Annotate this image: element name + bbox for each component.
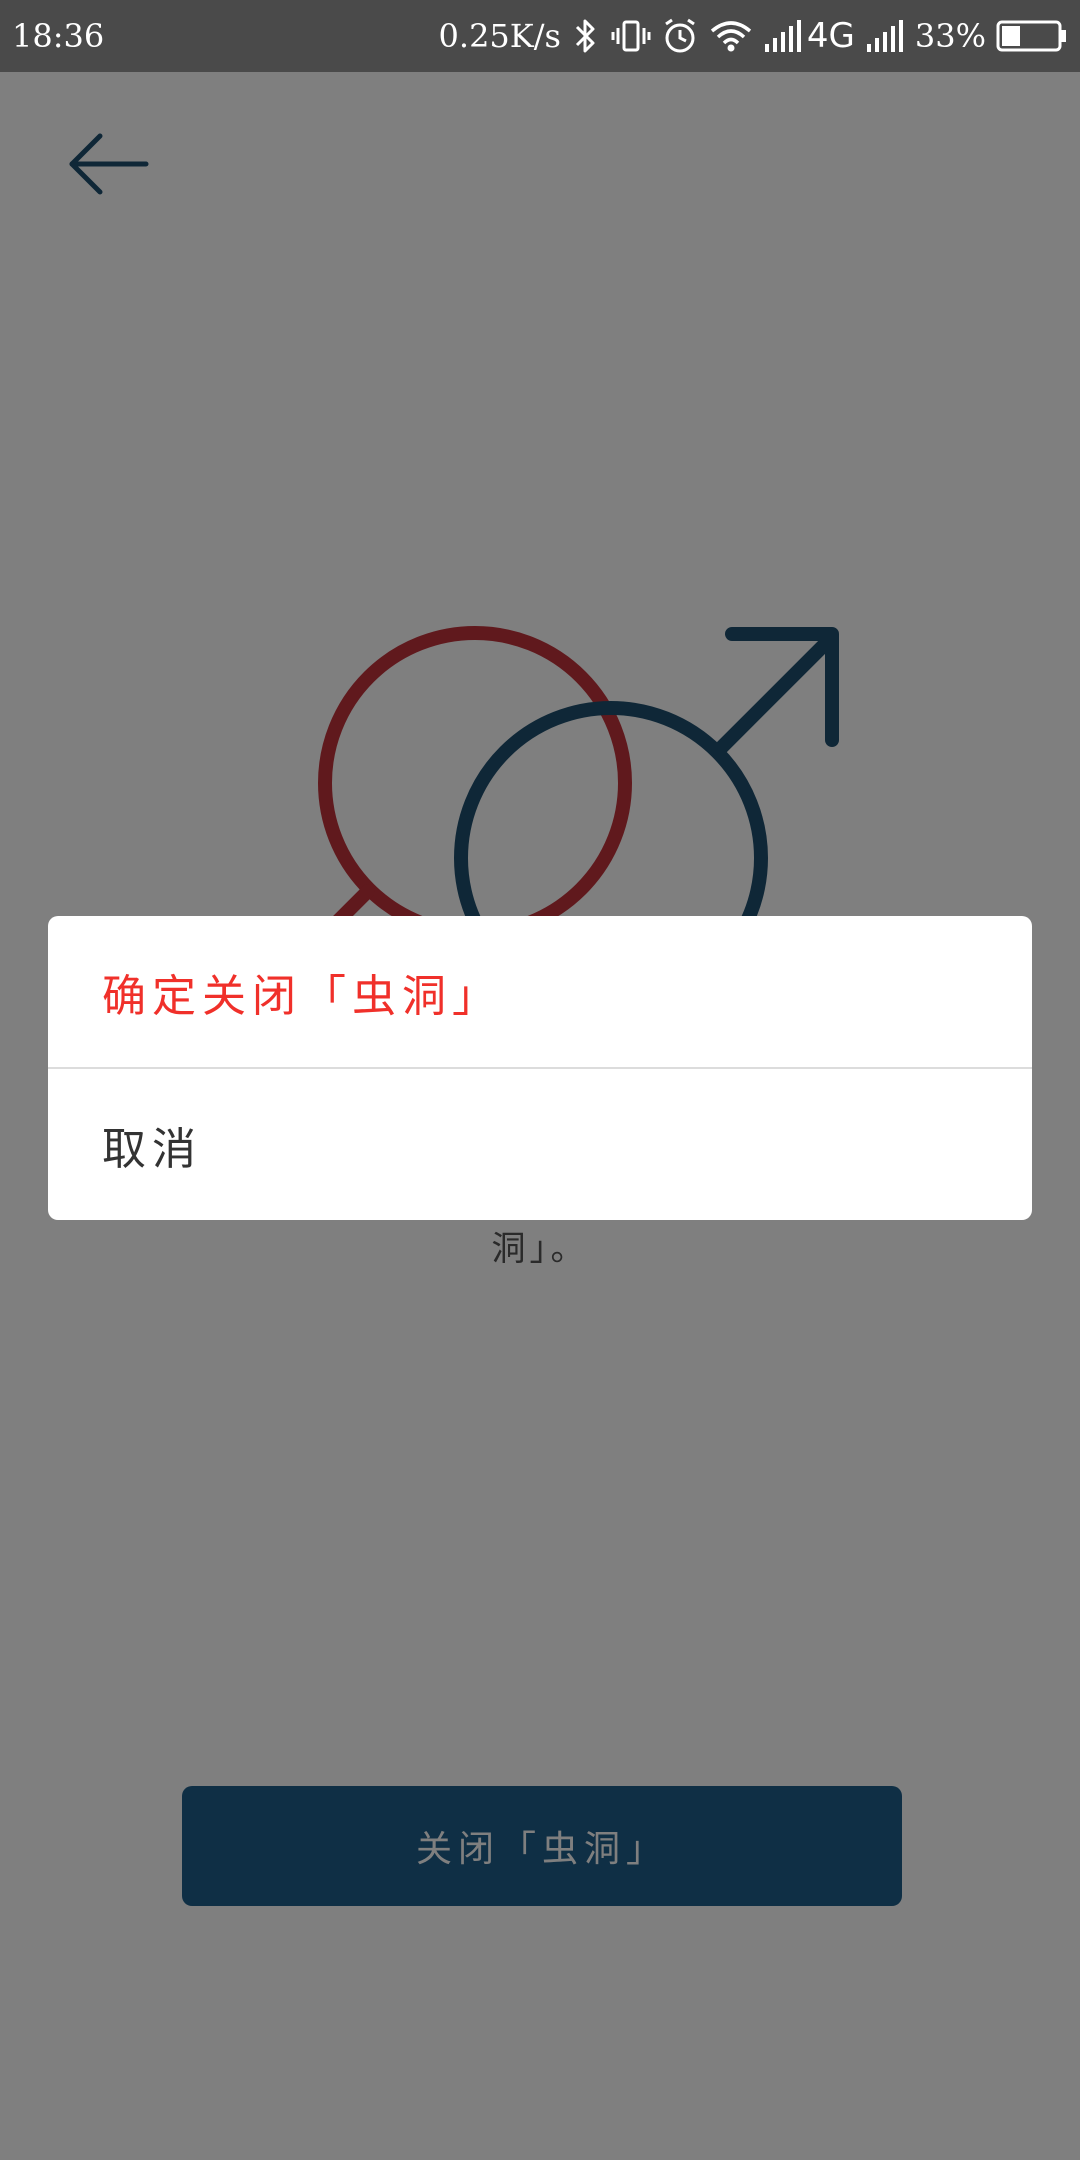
battery-fill (1002, 26, 1020, 46)
vibrate-icon (611, 16, 651, 56)
status-bar: 18:36 0.25K/s 4G 33% (0, 0, 1080, 72)
wifi-icon (709, 16, 753, 56)
confirm-close-dialog: 确定关闭「虫洞」 取消 (48, 916, 1032, 1220)
network-type: 4G (806, 16, 855, 56)
battery-icon (996, 18, 1068, 54)
cancel-button[interactable]: 取消 (48, 1069, 1032, 1220)
confirm-close-wormhole-button[interactable]: 确定关闭「虫洞」 (48, 916, 1032, 1067)
signal-icon (763, 16, 803, 56)
status-time: 18:36 (12, 17, 105, 55)
battery-percent: 33% (914, 17, 986, 55)
signal-icon-2 (865, 16, 905, 56)
status-icons: 0.25K/s 4G 33% (439, 0, 1068, 72)
alarm-icon (661, 16, 699, 56)
bluetooth-icon (571, 16, 601, 56)
net-speed: 0.25K/s (438, 17, 561, 55)
